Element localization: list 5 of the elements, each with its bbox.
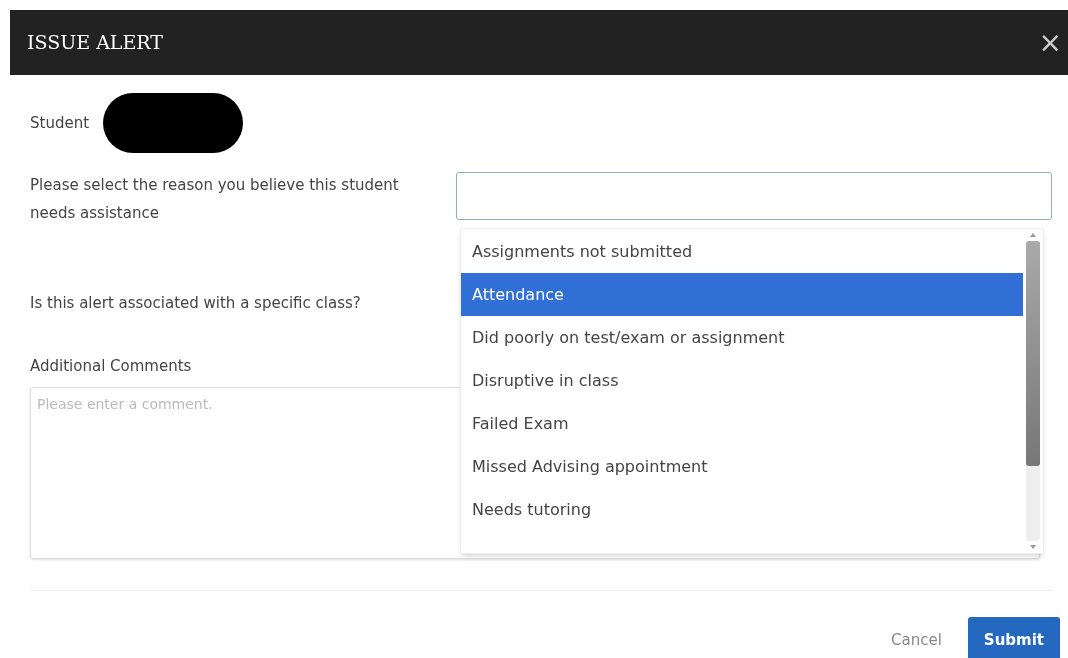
reason-label: Please select the reason you believe this student needs assistance — [30, 175, 400, 224]
comments-label: Additional Comments — [30, 356, 192, 375]
class-question-label: Is this alert associated with a specific class? — [30, 294, 361, 312]
dialog-title: ISSUE ALERT — [27, 30, 163, 56]
student-label: Student — [30, 112, 90, 134]
